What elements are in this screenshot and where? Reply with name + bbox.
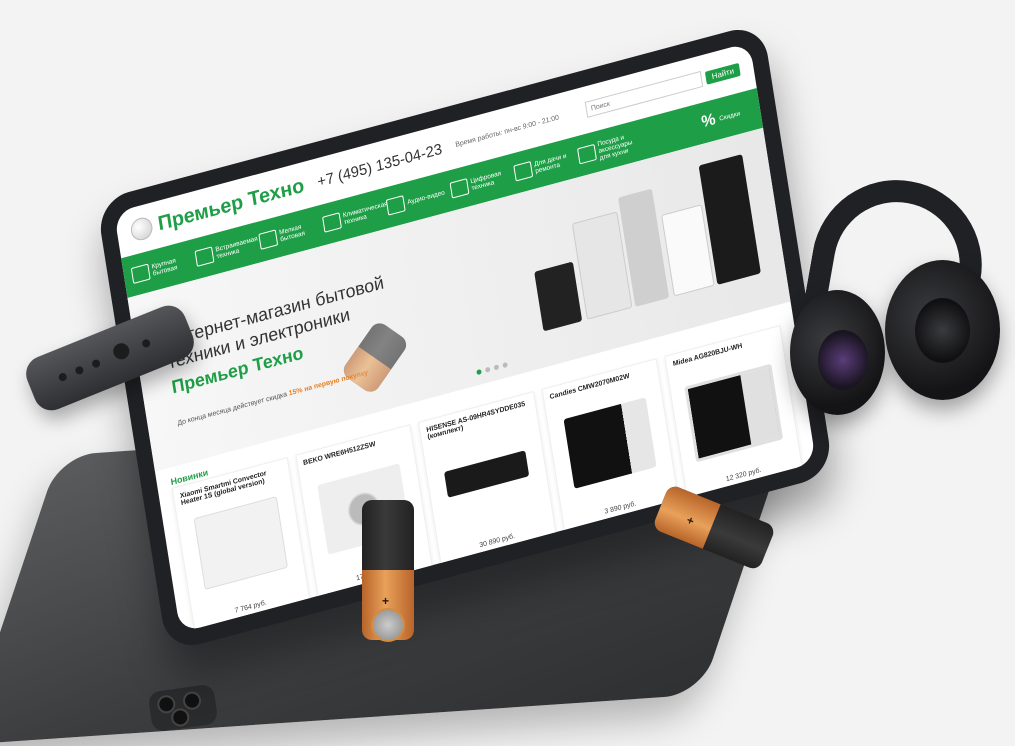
headphones	[790, 166, 1000, 430]
category-label: Встраиваемая техника	[214, 235, 259, 261]
product-image[interactable]	[684, 363, 784, 463]
logo-ball-icon	[129, 215, 155, 243]
kettle-icon	[258, 229, 279, 250]
drill-icon	[513, 160, 534, 182]
category-label: Для дачи и ремонта	[533, 152, 567, 176]
category-item[interactable]: Мелкая бытовая	[258, 218, 320, 250]
product-image[interactable]	[443, 450, 530, 498]
scene: Премьер Техно +7 (495) 135-04-23 Время р…	[0, 0, 1015, 746]
tv-icon	[385, 195, 406, 216]
working-hours: Время работы: пн-вс 9:00 - 21:00	[454, 113, 560, 149]
category-label: Мелкая бытовая	[278, 223, 306, 244]
search-button[interactable]: Найти	[704, 62, 741, 85]
category-item[interactable]: Климатическая техника	[322, 201, 388, 233]
category-label: Цифровая техника	[469, 170, 502, 193]
category-label: Крупная бытовая	[151, 257, 179, 278]
slider-dot[interactable]	[476, 368, 482, 376]
slider-dot[interactable]	[484, 366, 491, 373]
pot-icon	[577, 143, 597, 165]
product-card[interactable]: HISENSE AS-09HR4SYDDE035 (комплект) 30 8…	[418, 391, 558, 571]
product-image[interactable]	[563, 397, 657, 489]
laptop-icon	[449, 178, 470, 199]
slider-dots	[476, 361, 508, 376]
category-label: Климатическая техника	[342, 200, 389, 227]
category-item[interactable]: Крупная бытовая	[130, 252, 193, 285]
category-item[interactable]: Для дачи и ремонта	[513, 150, 575, 182]
battery: +	[362, 500, 414, 642]
camera-lens-icon	[170, 707, 191, 728]
slider-dot[interactable]	[493, 364, 500, 371]
category-item[interactable]: Встраиваемая техника	[194, 235, 259, 267]
discount-link[interactable]: Скидки	[719, 106, 753, 123]
discount-percent-icon[interactable]: %	[700, 111, 717, 133]
fridge-icon	[130, 263, 151, 285]
category-item[interactable]: Посуда и аксессуары для кухни	[577, 130, 640, 167]
oven-icon	[194, 246, 215, 267]
promo-text: До конца месяца действует скидка	[177, 391, 288, 428]
ac-icon	[322, 212, 342, 233]
slider-dot[interactable]	[502, 361, 508, 369]
product-card[interactable]: Midea AG820BJU-WH 12 320 руб.	[664, 325, 804, 505]
category-label: Посуда и аксессуары для кухни	[596, 133, 633, 162]
category-label: Аудио-видео	[406, 188, 446, 206]
product-card[interactable]: Xiaomi Smartmi Convector Heater 1S (glob…	[171, 457, 311, 633]
product-name[interactable]: HISENSE AS-09HR4SYDDE035 (комплект)	[426, 400, 531, 449]
category-item[interactable]: Аудио-видео	[385, 184, 448, 216]
category-item[interactable]: Цифровая техника	[449, 167, 512, 199]
camera-lens-icon	[181, 690, 203, 711]
product-price: 12 320 руб.	[725, 466, 762, 484]
product-image[interactable]	[193, 496, 289, 591]
